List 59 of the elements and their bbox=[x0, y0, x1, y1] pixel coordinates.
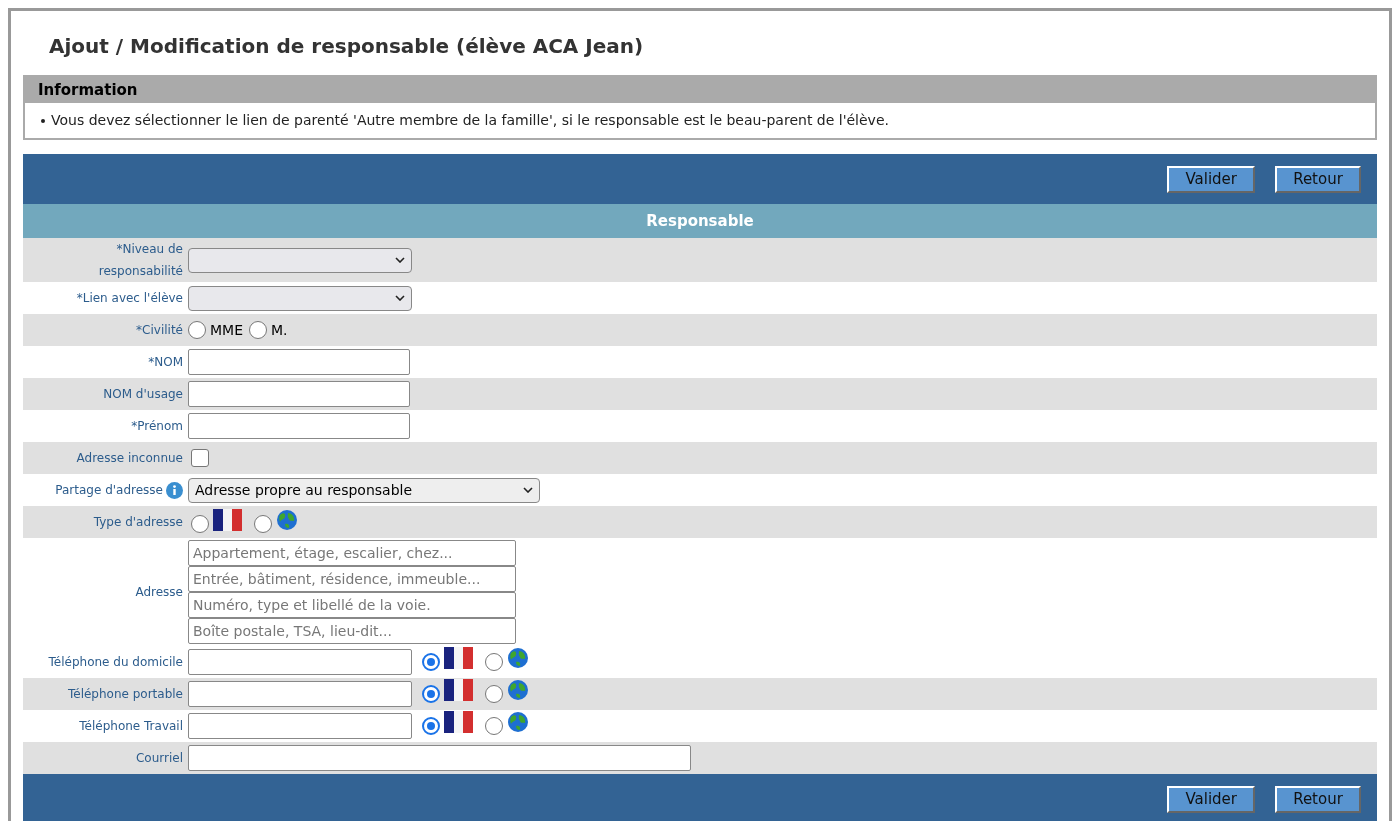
radio-button[interactable] bbox=[485, 653, 503, 671]
dropdown[interactable] bbox=[188, 285, 412, 311]
field-label: Courriel bbox=[135, 750, 183, 767]
phone-field[interactable] bbox=[188, 713, 412, 739]
panel-heading: Information bbox=[25, 77, 1375, 103]
dropdown[interactable]: Adresse propre au responsable bbox=[188, 477, 540, 503]
radio-button[interactable] bbox=[249, 321, 267, 339]
text-field[interactable] bbox=[188, 381, 410, 407]
radio-button[interactable] bbox=[422, 653, 440, 671]
field-label: Type d'adresse bbox=[93, 514, 183, 531]
chevron-down-icon bbox=[395, 257, 405, 263]
globe-icon bbox=[507, 647, 529, 669]
field-label: Partage d'adresse bbox=[55, 482, 163, 499]
field-label: *Civilité bbox=[136, 322, 183, 339]
globe-icon bbox=[507, 679, 529, 701]
field-label: Téléphone du domicile bbox=[48, 654, 183, 671]
phone-field[interactable] bbox=[188, 681, 412, 707]
field-label: Adresse inconnue bbox=[76, 450, 183, 467]
page-title: Ajout / Modification de responsable (élève ACA Jean) bbox=[49, 33, 645, 59]
form-button[interactable]: Valider bbox=[1167, 785, 1255, 813]
radio-button[interactable] bbox=[485, 685, 503, 703]
radio-button[interactable] bbox=[422, 685, 440, 703]
chevron-down-icon bbox=[523, 487, 533, 493]
chevron-down-icon bbox=[395, 295, 405, 301]
field-label: *Lien avec l'élève bbox=[76, 290, 183, 307]
dropdown[interactable] bbox=[188, 247, 412, 273]
french-flag-icon bbox=[213, 509, 242, 531]
info-icon[interactable] bbox=[166, 481, 183, 499]
email-field[interactable] bbox=[188, 745, 691, 771]
form-button[interactable]: Valider bbox=[1167, 165, 1255, 193]
field-label: *Niveau de responsabilité bbox=[97, 241, 183, 280]
globe-icon bbox=[276, 509, 298, 531]
information-sentence: Vous devez sélectionner le lien de parenté 'Autre membre de la famille', si le responsable est le beau-parent de l'élève. bbox=[51, 111, 889, 130]
section-header: Responsable bbox=[23, 204, 1377, 238]
field-label: Adresse bbox=[135, 584, 183, 601]
radio-button[interactable] bbox=[191, 515, 209, 533]
text-field[interactable] bbox=[188, 349, 410, 375]
radio-label: M. bbox=[271, 320, 288, 340]
radio-button[interactable] bbox=[188, 321, 206, 339]
address-field[interactable]: Boîte postale, TSA, lieu-dit... bbox=[188, 618, 516, 644]
radio-label: MME bbox=[210, 320, 243, 340]
address-field[interactable]: Numéro, type et libellé de la voie. bbox=[188, 592, 516, 618]
field-label: *Prénom bbox=[131, 418, 183, 435]
address-field[interactable]: Entrée, bâtiment, résidence, immeuble... bbox=[188, 566, 516, 592]
field-label: Téléphone portable bbox=[67, 686, 183, 703]
field-label: *NOM bbox=[148, 354, 183, 371]
field-label: NOM d'usage bbox=[103, 386, 183, 403]
globe-icon bbox=[507, 711, 529, 733]
address-field[interactable]: Appartement, étage, escalier, chez... bbox=[188, 540, 516, 566]
phone-field[interactable] bbox=[188, 649, 412, 675]
bullet-icon bbox=[41, 118, 45, 123]
radio-button[interactable] bbox=[485, 717, 503, 735]
radio-button[interactable] bbox=[422, 717, 440, 735]
text-field[interactable] bbox=[188, 413, 410, 439]
form-button[interactable]: Retour bbox=[1275, 165, 1361, 193]
checkbox[interactable] bbox=[191, 449, 209, 467]
radio-button[interactable] bbox=[254, 515, 272, 533]
field-label: Téléphone Travail bbox=[79, 718, 183, 735]
form-button[interactable]: Retour bbox=[1275, 785, 1361, 813]
